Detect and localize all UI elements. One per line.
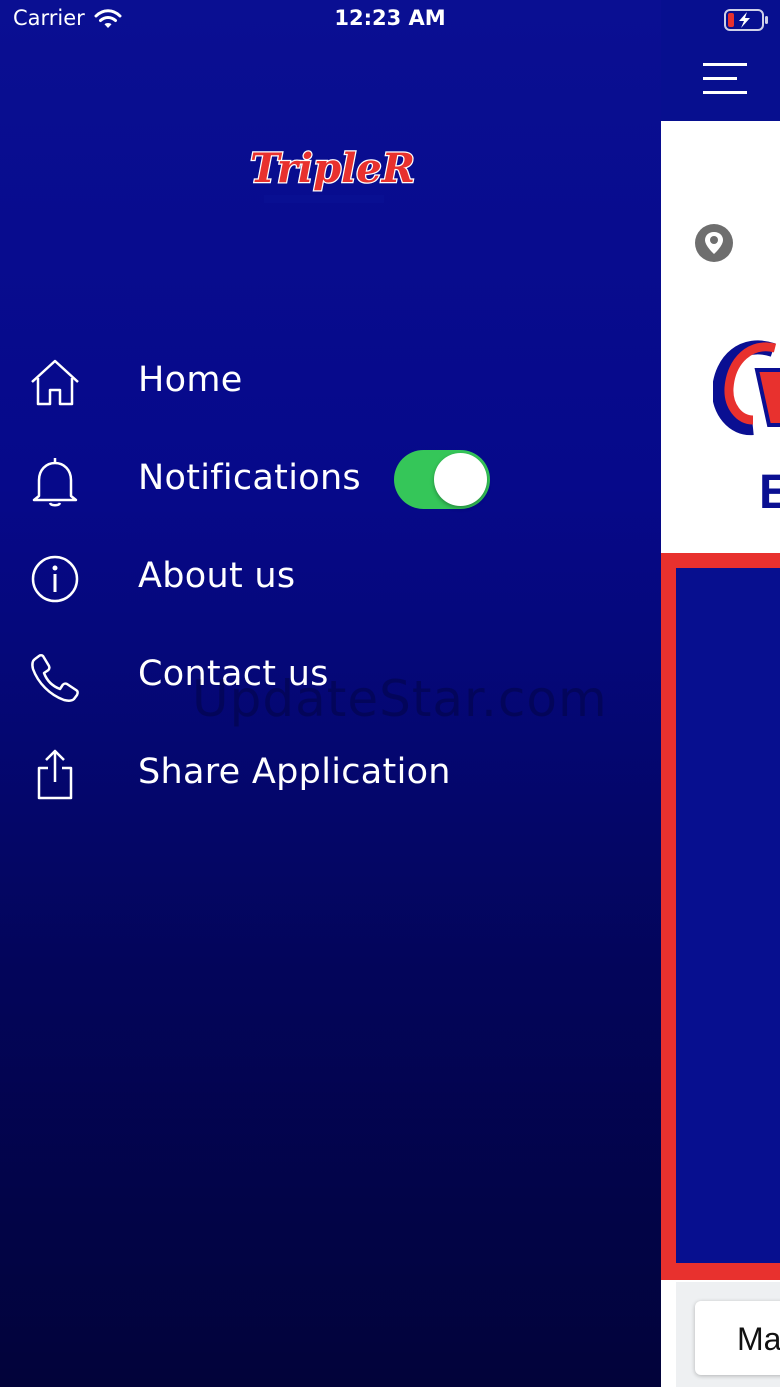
menu-item-label: Share Application (138, 752, 451, 792)
side-drawer: TripleR Home Notifications About us Cont… (0, 0, 661, 1387)
main-content: E Ma (661, 0, 780, 1387)
hamburger-menu-icon[interactable] (703, 62, 747, 96)
menu-item-share[interactable]: Share Application (0, 724, 661, 822)
battery-charging-icon (724, 9, 768, 31)
brand-logo-partial: E (713, 340, 780, 519)
status-time: 12:23 AM (334, 6, 446, 30)
notifications-toggle[interactable] (394, 450, 490, 509)
location-pin-icon[interactable] (694, 223, 734, 263)
home-icon (31, 359, 79, 406)
menu-item-about[interactable]: About us (0, 528, 661, 626)
info-icon (31, 555, 79, 603)
menu-item-label: Notifications (138, 458, 361, 498)
banner-panel (676, 568, 780, 1263)
brand-logo: TripleR (249, 144, 416, 203)
menu-item-label: About us (138, 556, 296, 596)
bell-icon (32, 458, 78, 507)
menu-item-home[interactable]: Home (0, 332, 661, 430)
phone-icon (31, 654, 79, 702)
menu-item-notifications[interactable]: Notifications (0, 430, 661, 528)
map-label[interactable]: Ma (695, 1301, 780, 1375)
status-bar: Carrier 12:23 AM (0, 0, 780, 44)
toggle-knob (434, 453, 487, 506)
watermark: UpdateStar.com (192, 670, 608, 728)
share-icon (37, 749, 73, 800)
menu-item-label: Home (138, 360, 243, 400)
brand-logo-text: TripleR (250, 145, 415, 192)
svg-text:E: E (759, 466, 780, 519)
